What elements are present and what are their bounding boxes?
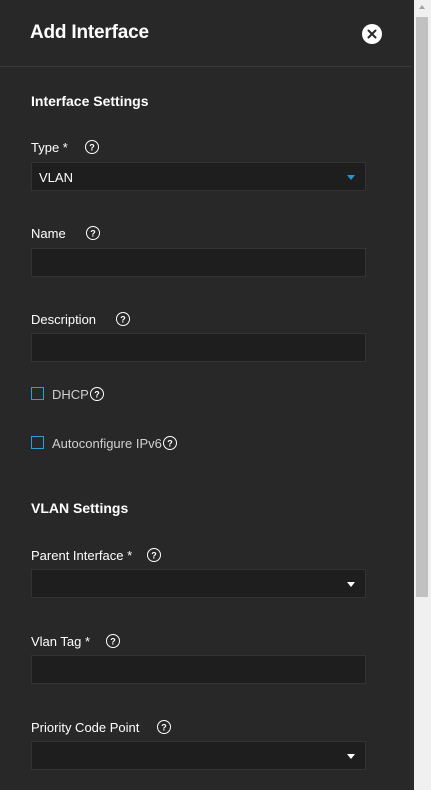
svg-text:?: ?	[151, 551, 157, 561]
name-label: Name	[31, 226, 66, 241]
vlan-tag-label: Vlan Tag *	[31, 634, 91, 649]
svg-text:?: ?	[90, 229, 96, 239]
close-icon	[367, 29, 377, 39]
svg-text:?: ?	[120, 315, 126, 325]
priority-code-point-select[interactable]	[31, 741, 366, 770]
vlan-settings-heading: VLAN Settings	[31, 500, 129, 516]
name-input[interactable]	[31, 248, 366, 277]
description-label: Description	[31, 312, 97, 327]
type-select[interactable]: VLAN	[31, 162, 366, 191]
parent-interface-label: Parent Interface *	[31, 548, 133, 563]
description-input[interactable]	[31, 333, 366, 362]
autoconfigure-ipv6-checkbox[interactable]	[31, 436, 44, 449]
type-select-value: VLAN	[39, 170, 73, 185]
interface-settings-heading: Interface Settings	[31, 93, 149, 109]
parent-interface-select[interactable]	[31, 569, 366, 598]
scrollbar-thumb[interactable]	[416, 17, 428, 597]
type-label: Type *	[31, 140, 68, 155]
description-help-icon[interactable]: ?	[116, 312, 130, 326]
parent-interface-help-icon[interactable]: ?	[147, 548, 161, 562]
vlan-tag-input[interactable]	[31, 655, 366, 684]
close-button[interactable]	[362, 24, 382, 44]
chevron-down-icon	[347, 754, 355, 759]
panel-header: Add Interface	[0, 0, 411, 67]
autoconfigure-ipv6-label: Autoconfigure IPv6	[52, 436, 162, 451]
dhcp-help-icon[interactable]: ?	[90, 387, 104, 401]
vlan-tag-help-icon[interactable]: ?	[106, 634, 120, 648]
svg-text:?: ?	[94, 390, 100, 400]
scroll-up-arrow-icon[interactable]	[419, 5, 425, 9]
vertical-scrollbar[interactable]	[414, 0, 431, 790]
svg-text:?: ?	[110, 637, 116, 647]
autoconfigure-ipv6-help-icon[interactable]: ?	[163, 436, 177, 450]
name-help-icon[interactable]: ?	[86, 226, 100, 240]
add-interface-panel: Add Interface Interface Settings Type * …	[0, 0, 414, 790]
priority-code-point-label: Priority Code Point	[31, 720, 140, 735]
page-title: Add Interface	[30, 22, 149, 43]
chevron-down-icon	[347, 175, 355, 180]
dhcp-label: DHCP	[52, 387, 89, 402]
priority-code-point-help-icon[interactable]: ?	[157, 720, 171, 734]
svg-text:?: ?	[167, 439, 173, 449]
svg-text:?: ?	[161, 723, 167, 733]
type-help-icon[interactable]: ?	[85, 140, 99, 154]
svg-text:?: ?	[89, 143, 95, 153]
dhcp-checkbox[interactable]	[31, 387, 44, 400]
chevron-down-icon	[347, 582, 355, 587]
